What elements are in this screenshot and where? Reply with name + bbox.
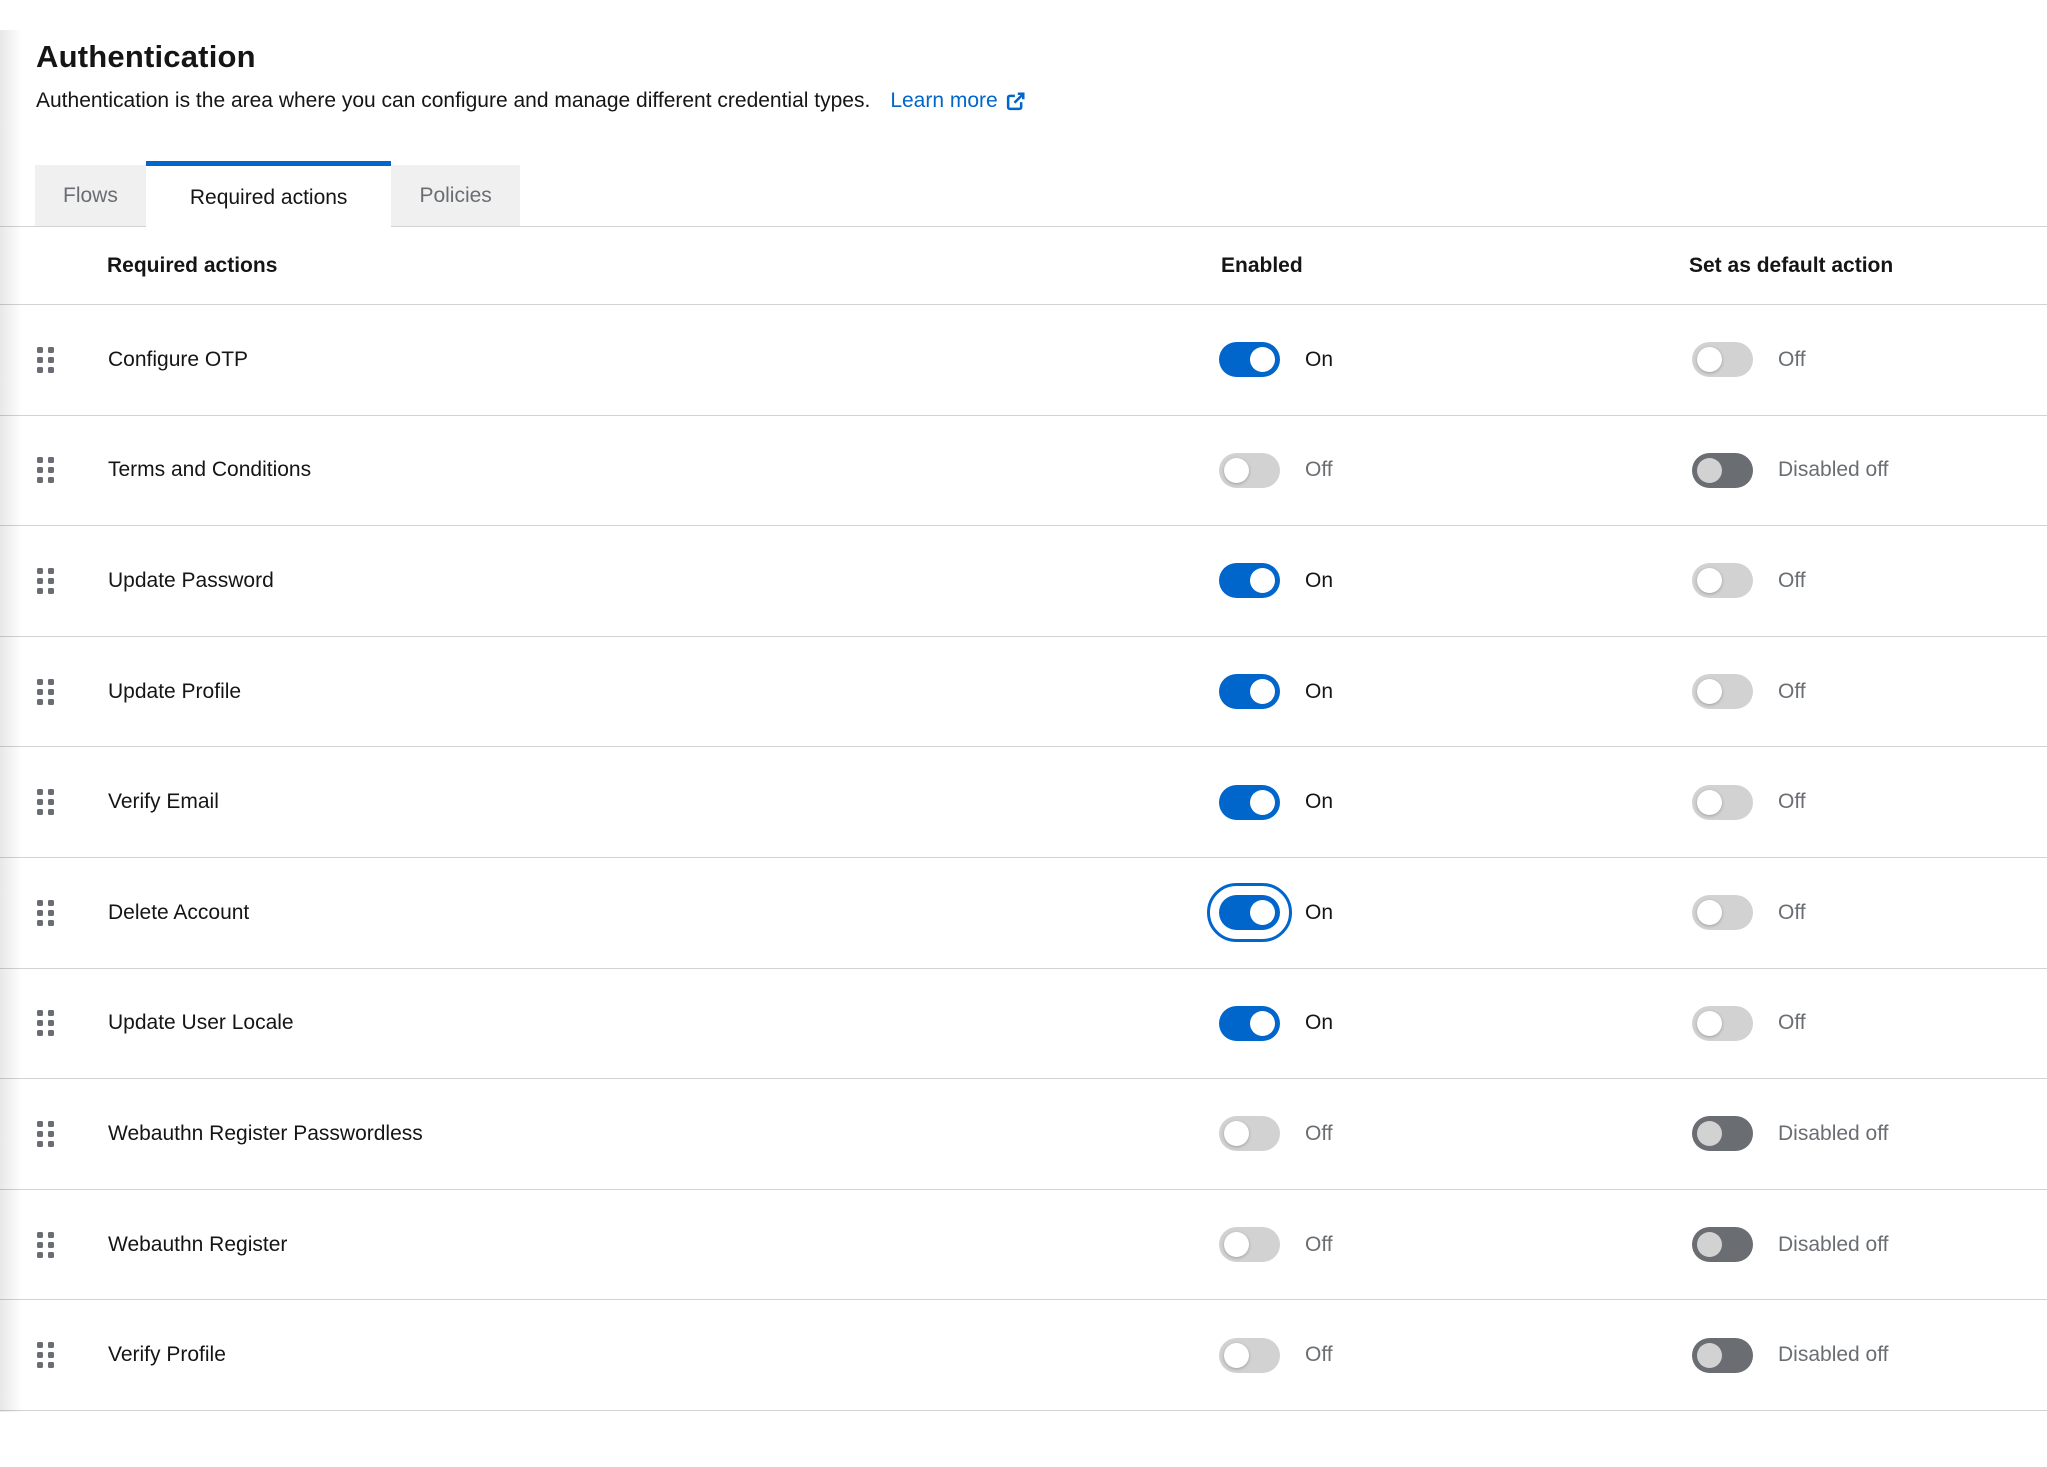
enabled-state-label: Off <box>1305 1233 1333 1257</box>
default-action-state-label: Disabled off <box>1778 1122 1889 1146</box>
grip-vertical-icon[interactable] <box>37 457 54 483</box>
enabled-state-label: Off <box>1305 458 1333 482</box>
grip-vertical-icon[interactable] <box>37 1232 54 1258</box>
grip-vertical-icon[interactable] <box>37 1342 54 1368</box>
default-action-switch[interactable] <box>1692 1227 1753 1262</box>
table-row: Verify Profile Off Disabled off <box>0 1300 2047 1411</box>
default-action-switch[interactable] <box>1692 1338 1753 1373</box>
row-label: Webauthn Register <box>108 1233 287 1257</box>
enabled-state-label: On <box>1305 790 1333 814</box>
row-label: Verify Email <box>108 790 219 814</box>
row-label: Configure OTP <box>108 348 248 372</box>
enabled-switch[interactable] <box>1219 453 1280 488</box>
default-action-state-label: Off <box>1778 569 1806 593</box>
enabled-switch[interactable] <box>1219 674 1280 709</box>
tab-flows[interactable]: Flows <box>35 165 146 226</box>
learn-more-link[interactable]: Learn more <box>890 89 1025 113</box>
row-label: Update Password <box>108 569 274 593</box>
default-action-state-label: Off <box>1778 680 1806 704</box>
table-row: Configure OTP On Off <box>0 305 2047 416</box>
grip-vertical-icon[interactable] <box>37 900 54 926</box>
grip-vertical-icon[interactable] <box>37 789 54 815</box>
external-link-icon <box>1005 91 1026 112</box>
enabled-switch[interactable] <box>1219 1338 1280 1373</box>
enabled-state-label: On <box>1305 1011 1333 1035</box>
row-label: Terms and Conditions <box>108 458 311 482</box>
table-row: Update Profile On Off <box>0 637 2047 748</box>
grip-vertical-icon[interactable] <box>37 347 54 373</box>
table-row: Update Password On Off <box>0 526 2047 637</box>
row-label: Webauthn Register Passwordless <box>108 1122 423 1146</box>
default-action-state-label: Disabled off <box>1778 1233 1889 1257</box>
table-row: Verify Email On Off <box>0 747 2047 858</box>
enabled-switch[interactable] <box>1219 1116 1280 1151</box>
default-action-state-label: Off <box>1778 348 1806 372</box>
table-header-row: Required actions Enabled Set as default … <box>0 227 2047 305</box>
page-title: Authentication <box>36 38 2047 75</box>
default-action-switch[interactable] <box>1692 342 1753 377</box>
default-action-switch[interactable] <box>1692 895 1753 930</box>
column-header-enabled: Enabled <box>1221 254 1303 278</box>
default-action-state-label: Disabled off <box>1778 1343 1889 1367</box>
grip-vertical-icon[interactable] <box>37 568 54 594</box>
row-label: Verify Profile <box>108 1343 226 1367</box>
default-action-switch[interactable] <box>1692 563 1753 598</box>
enabled-switch[interactable] <box>1219 1006 1280 1041</box>
row-label: Delete Account <box>108 901 249 925</box>
grip-vertical-icon[interactable] <box>37 679 54 705</box>
table-row: Delete Account On Off <box>0 858 2047 969</box>
enabled-state-label: On <box>1305 348 1333 372</box>
tab-policies[interactable]: Policies <box>391 165 519 226</box>
enabled-switch[interactable] <box>1219 785 1280 820</box>
enabled-state-label: On <box>1305 901 1333 925</box>
column-header-set-as-default-action: Set as default action <box>1689 254 1893 278</box>
default-action-switch[interactable] <box>1692 1006 1753 1041</box>
enabled-state-label: Off <box>1305 1122 1333 1146</box>
default-action-switch[interactable] <box>1692 1116 1753 1151</box>
table-row: Update User Locale On Off <box>0 969 2047 1080</box>
enabled-switch[interactable] <box>1219 895 1280 930</box>
page-description: Authentication is the area where you can… <box>36 89 870 113</box>
enabled-switch[interactable] <box>1219 563 1280 598</box>
default-action-state-label: Off <box>1778 1011 1806 1035</box>
enabled-state-label: On <box>1305 569 1333 593</box>
row-label: Update Profile <box>108 680 241 704</box>
table-row: Webauthn Register Passwordless Off Disab… <box>0 1079 2047 1190</box>
table-row: Terms and Conditions Off Disabled off <box>0 416 2047 527</box>
learn-more-label: Learn more <box>890 89 997 113</box>
tab-bar: Flows Required actions Policies <box>0 162 2047 227</box>
required-actions-table: Configure OTP On Off Terms and Condition… <box>0 305 2047 1411</box>
column-header-required-actions: Required actions <box>107 254 277 278</box>
default-action-state-label: Off <box>1778 901 1806 925</box>
default-action-switch[interactable] <box>1692 453 1753 488</box>
default-action-state-label: Off <box>1778 790 1806 814</box>
grip-vertical-icon[interactable] <box>37 1010 54 1036</box>
enabled-state-label: On <box>1305 680 1333 704</box>
default-action-switch[interactable] <box>1692 785 1753 820</box>
tab-required-actions[interactable]: Required actions <box>146 161 392 230</box>
page-header: Authentication Authentication is the are… <box>0 0 2047 113</box>
table-row: Webauthn Register Off Disabled off <box>0 1190 2047 1301</box>
enabled-state-label: Off <box>1305 1343 1333 1367</box>
enabled-switch[interactable] <box>1219 1227 1280 1262</box>
enabled-switch[interactable] <box>1219 342 1280 377</box>
default-action-switch[interactable] <box>1692 674 1753 709</box>
grip-vertical-icon[interactable] <box>37 1121 54 1147</box>
default-action-state-label: Disabled off <box>1778 458 1889 482</box>
row-label: Update User Locale <box>108 1011 294 1035</box>
